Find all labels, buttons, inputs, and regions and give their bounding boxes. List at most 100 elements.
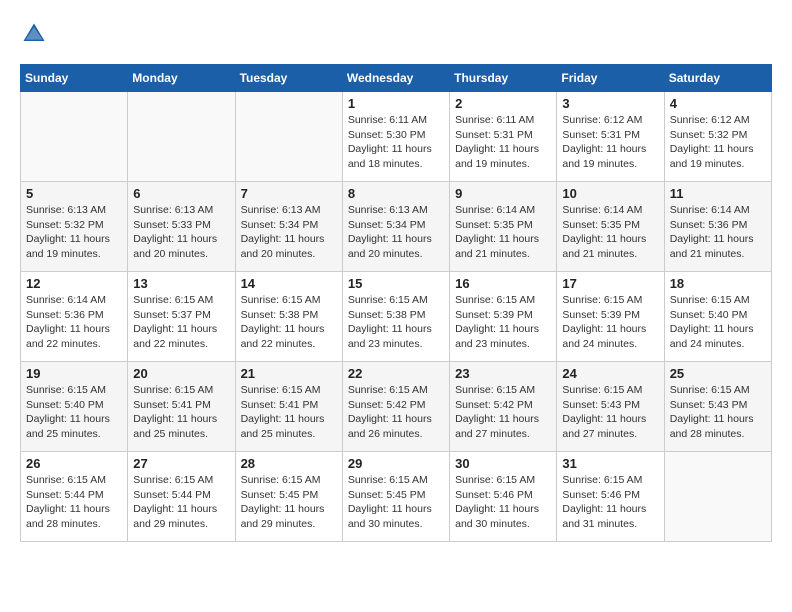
day-info: Sunrise: 6:12 AMSunset: 5:32 PMDaylight:… [670, 113, 766, 172]
day-number: 31 [562, 456, 658, 471]
day-number: 3 [562, 96, 658, 111]
calendar-cell: 31 Sunrise: 6:15 AMSunset: 5:46 PMDayligh… [557, 452, 664, 542]
day-number: 17 [562, 276, 658, 291]
day-info: Sunrise: 6:15 AMSunset: 5:44 PMDaylight:… [133, 473, 229, 532]
calendar-cell: 6Sunrise: 6:13 AMSunset: 5:33 PMDaylight… [128, 182, 235, 272]
logo-icon [20, 20, 48, 48]
calendar-header-row: SundayMondayTuesdayWednesdayThursdayFrid… [21, 65, 772, 92]
day-number: 29 [348, 456, 444, 471]
calendar-cell: 2 Sunrise: 6:11 AMSunset: 5:31 PMDaylight… [450, 92, 557, 182]
calendar-week-row: 12Sunrise: 6:14 AMSunset: 5:36 PMDayligh… [21, 272, 772, 362]
day-info: Sunrise: 6:14 AMSunset: 5:36 PMDaylight:… [26, 293, 122, 352]
day-info: Sunrise: 6:13 AMSunset: 5:33 PMDaylight:… [133, 203, 229, 262]
calendar-cell: 14 Sunrise: 6:15 AMSunset: 5:38 PMDayligh… [235, 272, 342, 362]
day-info: Sunrise: 6:14 AMSunset: 5:35 PMDaylight:… [455, 203, 551, 262]
day-number: 24 [562, 366, 658, 381]
calendar-cell: 9 Sunrise: 6:14 AMSunset: 5:35 PMDaylight… [450, 182, 557, 272]
day-number: 14 [241, 276, 337, 291]
calendar-header-monday: Monday [128, 65, 235, 92]
calendar-cell: 7 Sunrise: 6:13 AMSunset: 5:34 PMDaylight… [235, 182, 342, 272]
day-info: Sunrise: 6:15 AMSunset: 5:40 PMDaylight:… [26, 383, 122, 442]
day-number: 23 [455, 366, 551, 381]
day-info: Sunrise: 6:15 AMSunset: 5:42 PMDaylight:… [348, 383, 444, 442]
calendar-cell: 4 Sunrise: 6:12 AMSunset: 5:32 PMDaylight… [664, 92, 771, 182]
day-number: 21 [241, 366, 337, 381]
calendar-cell: 15 Sunrise: 6:15 AMSunset: 5:38 PMDayligh… [342, 272, 449, 362]
logo [20, 20, 52, 48]
calendar-cell: 24 Sunrise: 6:15 AMSunset: 5:43 PMDayligh… [557, 362, 664, 452]
calendar-week-row: 19 Sunrise: 6:15 AMSunset: 5:40 PMDayligh… [21, 362, 772, 452]
calendar-header-friday: Friday [557, 65, 664, 92]
calendar-cell: 16Sunrise: 6:15 AMSunset: 5:39 PMDayligh… [450, 272, 557, 362]
day-number: 15 [348, 276, 444, 291]
day-info: Sunrise: 6:11 AMSunset: 5:31 PMDaylight:… [455, 113, 551, 172]
calendar-week-row: 26 Sunrise: 6:15 AMSunset: 5:44 PMDayligh… [21, 452, 772, 542]
calendar-cell [664, 452, 771, 542]
day-info: Sunrise: 6:15 AMSunset: 5:37 PMDaylight:… [133, 293, 229, 352]
day-number: 28 [241, 456, 337, 471]
calendar-cell [235, 92, 342, 182]
page-header [20, 20, 772, 48]
day-info: Sunrise: 6:15 AMSunset: 5:39 PMDaylight:… [455, 293, 551, 352]
calendar-cell: 1Sunrise: 6:11 AMSunset: 5:30 PMDaylight… [342, 92, 449, 182]
day-info: Sunrise: 6:12 AMSunset: 5:31 PMDaylight:… [562, 113, 658, 172]
calendar-cell: 23 Sunrise: 6:15 AMSunset: 5:42 PMDayligh… [450, 362, 557, 452]
day-info: Sunrise: 6:13 AMSunset: 5:34 PMDaylight:… [241, 203, 337, 262]
day-info: Sunrise: 6:13 AMSunset: 5:34 PMDaylight:… [348, 203, 444, 262]
calendar-cell: 25Sunrise: 6:15 AMSunset: 5:43 PMDayligh… [664, 362, 771, 452]
day-number: 11 [670, 186, 766, 201]
calendar-cell [21, 92, 128, 182]
day-info: Sunrise: 6:15 AMSunset: 5:40 PMDaylight:… [670, 293, 766, 352]
day-number: 7 [241, 186, 337, 201]
day-number: 22 [348, 366, 444, 381]
day-number: 27 [133, 456, 229, 471]
calendar-cell: 28 Sunrise: 6:15 AMSunset: 5:45 PMDayligh… [235, 452, 342, 542]
day-info: Sunrise: 6:15 AMSunset: 5:38 PMDaylight:… [241, 293, 337, 352]
day-number: 2 [455, 96, 551, 111]
calendar-cell: 19 Sunrise: 6:15 AMSunset: 5:40 PMDayligh… [21, 362, 128, 452]
calendar-cell: 3 Sunrise: 6:12 AMSunset: 5:31 PMDaylight… [557, 92, 664, 182]
day-info: Sunrise: 6:15 AMSunset: 5:43 PMDaylight:… [562, 383, 658, 442]
calendar-header-wednesday: Wednesday [342, 65, 449, 92]
day-info: Sunrise: 6:15 AMSunset: 5:46 PMDaylight:… [562, 473, 658, 532]
calendar-week-row: 1Sunrise: 6:11 AMSunset: 5:30 PMDaylight… [21, 92, 772, 182]
day-info: Sunrise: 6:15 AMSunset: 5:39 PMDaylight:… [562, 293, 658, 352]
day-info: Sunrise: 6:15 AMSunset: 5:41 PMDaylight:… [133, 383, 229, 442]
day-info: Sunrise: 6:15 AMSunset: 5:44 PMDaylight:… [26, 473, 122, 532]
day-number: 25 [670, 366, 766, 381]
day-number: 10 [562, 186, 658, 201]
day-info: Sunrise: 6:15 AMSunset: 5:41 PMDaylight:… [241, 383, 337, 442]
calendar-header-sunday: Sunday [21, 65, 128, 92]
day-number: 30 [455, 456, 551, 471]
calendar-cell: 29 Sunrise: 6:15 AMSunset: 5:45 PMDayligh… [342, 452, 449, 542]
calendar-cell: 21 Sunrise: 6:15 AMSunset: 5:41 PMDayligh… [235, 362, 342, 452]
day-number: 5 [26, 186, 122, 201]
day-number: 9 [455, 186, 551, 201]
day-number: 13 [133, 276, 229, 291]
day-info: Sunrise: 6:13 AMSunset: 5:32 PMDaylight:… [26, 203, 122, 262]
day-number: 19 [26, 366, 122, 381]
day-number: 8 [348, 186, 444, 201]
calendar-cell: 13 Sunrise: 6:15 AMSunset: 5:37 PMDayligh… [128, 272, 235, 362]
calendar-cell: 11Sunrise: 6:14 AMSunset: 5:36 PMDayligh… [664, 182, 771, 272]
calendar-cell: 27 Sunrise: 6:15 AMSunset: 5:44 PMDayligh… [128, 452, 235, 542]
calendar-table: SundayMondayTuesdayWednesdayThursdayFrid… [20, 64, 772, 542]
day-info: Sunrise: 6:15 AMSunset: 5:38 PMDaylight:… [348, 293, 444, 352]
day-info: Sunrise: 6:15 AMSunset: 5:46 PMDaylight:… [455, 473, 551, 532]
day-info: Sunrise: 6:15 AMSunset: 5:42 PMDaylight:… [455, 383, 551, 442]
calendar-cell: 30 Sunrise: 6:15 AMSunset: 5:46 PMDayligh… [450, 452, 557, 542]
day-number: 1 [348, 96, 444, 111]
day-info: Sunrise: 6:15 AMSunset: 5:45 PMDaylight:… [348, 473, 444, 532]
day-number: 26 [26, 456, 122, 471]
calendar-cell: 12Sunrise: 6:14 AMSunset: 5:36 PMDayligh… [21, 272, 128, 362]
day-info: Sunrise: 6:15 AMSunset: 5:45 PMDaylight:… [241, 473, 337, 532]
day-number: 18 [670, 276, 766, 291]
calendar-cell: 17 Sunrise: 6:15 AMSunset: 5:39 PMDayligh… [557, 272, 664, 362]
calendar-cell: 5 Sunrise: 6:13 AMSunset: 5:32 PMDaylight… [21, 182, 128, 272]
calendar-cell: 8 Sunrise: 6:13 AMSunset: 5:34 PMDaylight… [342, 182, 449, 272]
day-info: Sunrise: 6:14 AMSunset: 5:35 PMDaylight:… [562, 203, 658, 262]
calendar-cell [128, 92, 235, 182]
day-number: 4 [670, 96, 766, 111]
calendar-week-row: 5 Sunrise: 6:13 AMSunset: 5:32 PMDaylight… [21, 182, 772, 272]
calendar-cell: 18 Sunrise: 6:15 AMSunset: 5:40 PMDayligh… [664, 272, 771, 362]
